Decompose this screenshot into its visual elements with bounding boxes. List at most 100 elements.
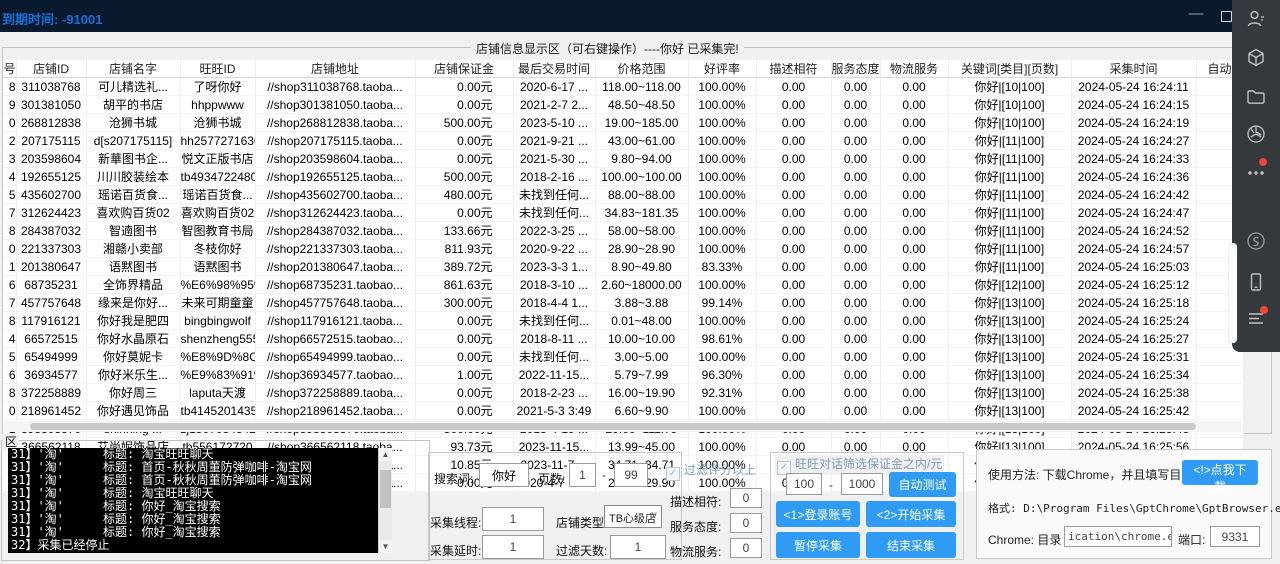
scroll-down-icon[interactable]: ▼ [379,540,392,553]
table-cell: //shop372258889.taoba... [255,384,415,402]
column-header[interactable]: 店铺名字 [86,60,180,78]
threads-input[interactable] [482,507,544,531]
expire-time-label: 到期时间: -91001 [2,9,102,28]
table-cell: 118.00~118.00 [595,78,688,96]
table-cell [1196,402,1243,420]
port-input[interactable] [1210,526,1260,547]
table-cell: 2021-5-3 3:49 [513,402,595,420]
column-header[interactable]: 号 [3,60,16,78]
stop-collect-button[interactable]: 结束采集 [866,532,956,558]
column-header[interactable]: 旺旺ID [180,60,255,78]
table-row[interactable]: 668735231全饰界精品%E6%98%95%E...//shop687352… [3,276,1243,294]
table-cell: 6 [3,366,16,384]
column-header[interactable]: 采集时间 [1071,60,1196,78]
console-scrollbar[interactable]: ▲ ▼ [378,448,392,553]
table-row[interactable]: 8117916121你好我是肥四bingbingwolf//shop117916… [3,312,1243,330]
table-header-row[interactable]: 号店铺ID店铺名字旺旺ID店铺地址店铺保证金最后交易时间价格范围好评率描述相符服… [3,60,1243,78]
log-group: 区 31】'淘'标题: 淘宝旺旺聊天31】'淘'标题: 首页-秋秋周董防弹咖啡-… [1,440,430,561]
cube-icon[interactable] [1245,47,1267,69]
aperture-icon[interactable] [1245,123,1267,145]
table-row[interactable]: 636934577你好米乐生...%E9%83%91%E...//shop369… [3,366,1243,384]
column-header[interactable]: 物流服务 [880,60,948,78]
table-row[interactable]: 466572515你好水晶原石shenzheng5555//shop665725… [3,330,1243,348]
table-row[interactable]: 3203598604新華图书企...悦文正版书店//shop203598604.… [3,150,1243,168]
table-row[interactable]: 8372258889你好周三laputa天渡//shop372258889.ta… [3,384,1243,402]
phone-icon[interactable] [1245,271,1267,293]
folder-icon[interactable] [1245,86,1267,108]
table-cell: 34.83~181.35 [595,204,688,222]
column-header[interactable]: 价格范围 [595,60,688,78]
column-header[interactable]: 好评率 [688,60,756,78]
table-cell: 未找到任何... [513,312,595,330]
table-row[interactable]: 8284387032智遖图书智图教育书局//shop284387032.taob… [3,222,1243,240]
column-header[interactable]: 店铺ID [16,60,86,78]
table-row[interactable]: 7457757648缘来是你好...未来可期童童//shop457757648.… [3,294,1243,312]
table-cell: 0.00 [880,204,948,222]
table-cell: 218961452 [16,402,86,420]
table-row[interactable]: 2207175115d[s207175115]hh2577271636//sho… [3,132,1243,150]
logistics-score-input[interactable] [730,538,762,558]
table-row[interactable]: 8311038768可儿精选礼...了呀你好//shop311038768.ta… [3,78,1243,96]
table-row[interactable]: 0221337303湘赣小卖部冬枝你好//shop221337303.taoba… [3,240,1243,258]
table-row[interactable]: 1201380647语黙图书语黙图书//shop201380647.taoba.… [3,258,1243,276]
table-row[interactable]: 7312624423喜欢购百货02喜欢购百货02//shop312624423.… [3,204,1243,222]
menu-icon[interactable] [1245,306,1267,328]
shop-type-select[interactable]: TB心级店 ∨ [604,505,662,528]
table-cell: 你好莫妮卡 [86,348,180,366]
table-cell: 喜欢购百货02 [86,204,180,222]
table-cell: 0.00 [831,78,880,96]
user-icon[interactable] [1245,8,1267,30]
search-input[interactable] [479,463,529,487]
table-cell: 2024-05-24 16:25:18 [1071,294,1196,312]
delay-input[interactable] [482,535,544,559]
page-from-input[interactable] [569,463,596,487]
table-cell: 99.14% [688,294,756,312]
table-row[interactable]: 5435602700瑶诺百货食...瑶诺百货食...//shop43560270… [3,186,1243,204]
service-score-input[interactable] [730,513,762,533]
table-row[interactable]: 565494999你好莫妮卡%E8%9D%8C%E...//shop654949… [3,348,1243,366]
column-header[interactable]: 服务态度 [831,60,880,78]
table-cell: 9.80~94.00 [595,150,688,168]
deposit-max-input[interactable] [841,473,883,495]
more-icon[interactable] [1245,160,1267,182]
table-row[interactable]: 9301381050胡平的书店hhppwww//shop301381050.ta… [3,96,1243,114]
table-row[interactable]: 0268812838沧狮书城沧狮书城//shop268812838.taoba.… [3,114,1243,132]
filter-days-input[interactable] [610,535,666,559]
minimize-button[interactable]: — [1184,2,1208,26]
column-header[interactable]: 描述相符 [756,60,831,78]
vertical-scrollbar-thumb[interactable] [1229,243,1237,343]
table-cell: 0.00 [756,330,831,348]
download-chrome-button[interactable]: <!>点我下载 [1182,460,1258,485]
column-header[interactable]: 店铺地址 [255,60,415,78]
horizontal-scrollbar[interactable] [4,421,1241,432]
link-icon[interactable] [1245,230,1267,252]
scroll-up-icon[interactable]: ▲ [379,448,392,461]
login-account-button[interactable]: <1>登录账号 [776,501,860,527]
table-cell: 100.00% [688,276,756,294]
auto-test-button[interactable]: 自动测试 [889,472,956,497]
column-header[interactable]: 关键词[类目][页数] [948,60,1071,78]
score-filter-checkbox[interactable]: ✓过滤评分以上 [664,461,758,481]
table-cell: 你好|[12|100] [948,276,1071,294]
pause-collect-button[interactable]: 暂停采集 [776,532,860,558]
column-header[interactable]: 最后交易时间 [513,60,595,78]
table-cell: 2022-11-15... [513,366,595,384]
table-row[interactable]: 4192655125川川胶装绘本tb493472248053//shop1926… [3,168,1243,186]
desc-score-input[interactable] [730,488,762,508]
console-scrollbar-thumb[interactable] [380,470,391,508]
column-header[interactable]: 店铺保证金 [415,60,513,78]
log-console[interactable]: 31】'淘'标题: 淘宝旺旺聊天31】'淘'标题: 首页-秋秋周董防弹咖啡-淘宝… [8,448,392,553]
table-cell: 0.00 [880,258,948,276]
table-cell: 你好|[13|100] [948,294,1071,312]
start-collect-button[interactable]: <2>开始采集 [866,501,956,527]
chrome-path-input[interactable] [1064,526,1172,547]
table-cell: 0.00 [831,294,880,312]
table-cell: 0.00 [756,294,831,312]
table-cell: //shop207175115.taoba... [255,132,415,150]
table-row[interactable]: 0218961452你好遇见饰品tb4145201435//shop218961… [3,402,1243,420]
page-to-input[interactable] [614,463,648,487]
deposit-min-input[interactable] [786,473,822,495]
maximize-button[interactable] [1221,11,1232,22]
horizontal-scrollbar-thumb[interactable] [30,423,1196,430]
table-cell: 100.00% [688,348,756,366]
